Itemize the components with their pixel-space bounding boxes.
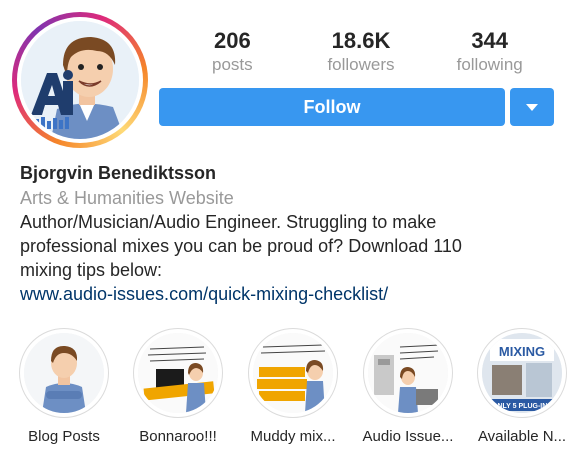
highlight-blog-posts[interactable]: Blog Posts xyxy=(4,328,124,445)
suggestions-dropdown-button[interactable] xyxy=(510,88,554,126)
stat-label: following xyxy=(456,55,523,74)
stat-value: 18.6K xyxy=(331,28,391,53)
audio-issues-graphic-icon xyxy=(368,333,448,413)
highlight-label: Audio Issue... xyxy=(362,428,454,445)
cartoon-man-icon xyxy=(24,333,104,413)
highlight-cover xyxy=(253,333,333,413)
highlight-audio-issues[interactable]: Audio Issue... xyxy=(348,328,468,445)
stat-label: followers xyxy=(327,55,395,74)
stat-label: posts xyxy=(212,55,253,74)
highlight-label: Available N... xyxy=(477,428,567,445)
highlight-cover xyxy=(24,333,104,413)
highlight-muddy-mix[interactable]: Muddy mix... xyxy=(233,328,353,445)
plugins-sign-text: ONLY 5 PLUG-INS xyxy=(492,403,552,410)
book-cover-icon: MIXING ONLY 5 PLUG-INS xyxy=(482,333,562,413)
stat-value: 206 xyxy=(213,28,251,53)
story-highlights: Blog Posts Bonnaroo!!! Muddy mix... Audi… xyxy=(0,328,567,456)
muddy-mix-graphic-icon xyxy=(253,333,333,413)
mixing-sign-text: MIXING xyxy=(499,344,545,359)
highlight-bonnaroo[interactable]: Bonnaroo!!! xyxy=(118,328,238,445)
bio-line: Author/Musician/Audio Engineer. Struggli… xyxy=(20,212,437,232)
highlight-label: Blog Posts xyxy=(28,428,100,445)
highlight-available[interactable]: MIXING ONLY 5 PLUG-INS Available N... xyxy=(462,328,567,445)
highlight-cover xyxy=(368,333,448,413)
profile-stats: 206 posts 18.6K followers 344 following xyxy=(168,28,554,80)
stat-following[interactable]: 344 following xyxy=(425,28,554,80)
highlight-label: Muddy mix... xyxy=(250,428,336,445)
avatar-image xyxy=(21,21,139,139)
profile-category: Arts & Humanities Website xyxy=(20,188,234,208)
bio-link[interactable]: www.audio-issues.com/quick-mixing-checkl… xyxy=(20,282,560,306)
stat-followers[interactable]: 18.6K followers xyxy=(297,28,426,80)
stat-value: 344 xyxy=(471,28,509,53)
chevron-down-icon xyxy=(526,103,538,111)
profile-name: Bjorgvin Benediktsson xyxy=(20,163,217,183)
bio-line: professional mixes you can be proud of? … xyxy=(20,236,462,256)
highlight-label: Bonnaroo!!! xyxy=(139,428,217,445)
profile-bio: Bjorgvin Benediktsson Arts & Humanities … xyxy=(20,160,560,306)
stat-posts[interactable]: 206 posts xyxy=(168,28,297,80)
cartoon-avatar-icon xyxy=(21,21,139,139)
highlight-cover xyxy=(138,333,218,413)
bio-line: mixing tips below: xyxy=(20,260,163,280)
avatar[interactable] xyxy=(12,12,148,148)
profile-page: 206 posts 18.6K followers 344 following … xyxy=(0,0,567,456)
festival-stage-icon xyxy=(138,333,218,413)
follow-button[interactable]: Follow xyxy=(159,88,505,126)
highlight-cover: MIXING ONLY 5 PLUG-INS xyxy=(482,333,562,413)
